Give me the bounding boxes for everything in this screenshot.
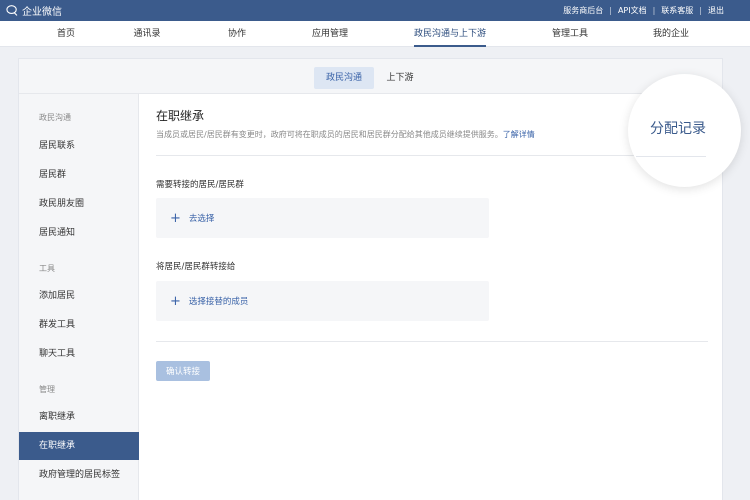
description-text: 当成员或居民/居民群有变更时，政府可将在职成员的居民和居民群分配给其他成员继续提… (156, 130, 503, 139)
magnifier-callout: 分配记录 (628, 74, 741, 187)
tab-upstream-downstream[interactable]: 上下游 (380, 67, 420, 89)
sidebar: 政民沟通 居民联系 居民群 政民朋友圈 居民通知 工具 添加居民 群发工具 聊天… (19, 94, 139, 500)
select-residents-box[interactable]: + 去选择 (156, 198, 489, 238)
sidebar-item-active-inheritance[interactable]: 在职继承 (19, 432, 139, 460)
nav-contacts[interactable]: 通讯录 (133, 21, 160, 47)
top-links: 服务商后台 | API文档 | 联系客服 | 退出 (563, 0, 724, 21)
separator: | (609, 6, 612, 15)
sub-tabs: 政民沟通 上下游 (19, 59, 722, 94)
nav-home[interactable]: 首页 (57, 21, 75, 47)
nav-management-tools[interactable]: 管理工具 (552, 21, 588, 47)
transfer-source-label: 需要转接的居民/居民群 (156, 180, 244, 190)
sidebar-group-title: 政民沟通 (39, 113, 71, 122)
divider (156, 155, 708, 156)
sidebar-item-resident-group[interactable]: 居民群 (19, 161, 139, 189)
top-bar: 企业微信 服务商后台 | API文档 | 联系客服 | 退出 (0, 0, 750, 21)
learn-more-link[interactable]: 了解详情 (503, 130, 535, 139)
allocation-record-link[interactable]: 分配记录 (650, 118, 706, 138)
brand-name: 企业微信 (22, 7, 62, 18)
sidebar-item-resigned-inheritance[interactable]: 离职继承 (19, 403, 139, 431)
separator: | (699, 6, 702, 15)
sidebar-item-resident-tags[interactable]: 政府管理的居民标签 (19, 461, 139, 489)
nav-app-management[interactable]: 应用管理 (312, 21, 348, 47)
page-description: 当成员或居民/居民群有变更时，政府可将在职成员的居民和居民群分配给其他成员继续提… (156, 129, 535, 140)
link-contact-support[interactable]: 联系客服 (661, 5, 693, 16)
divider (636, 156, 706, 157)
plus-icon: + (170, 293, 181, 309)
link-api-docs[interactable]: API文档 (618, 5, 647, 16)
sidebar-item-mass-send[interactable]: 群发工具 (19, 311, 139, 339)
select-residents-label: 去选择 (188, 214, 215, 224)
main-nav: 首页 通讯录 协作 应用管理 政民沟通与上下游 管理工具 我的企业 (0, 21, 750, 47)
sidebar-item-resident-contact[interactable]: 居民联系 (19, 132, 139, 160)
plus-icon: + (170, 210, 181, 226)
nav-government-communication[interactable]: 政民沟通与上下游 (413, 21, 487, 47)
link-logout[interactable]: 退出 (708, 5, 724, 16)
separator: | (652, 6, 656, 15)
divider (156, 341, 708, 342)
transfer-target-label: 将居民/居民群转接给 (156, 262, 236, 272)
brand-logo[interactable]: 企业微信 (6, 3, 62, 18)
main-panel: 政民沟通 上下游 政民沟通 居民联系 居民群 政民朋友圈 居民通知 工具 添加居… (18, 58, 723, 500)
select-successor-box[interactable]: + 选择接替的成员 (156, 281, 489, 321)
confirm-transfer-button[interactable]: 确认转接 (156, 361, 210, 381)
sidebar-item-moments[interactable]: 政民朋友圈 (19, 190, 139, 218)
sidebar-item-resident-notice[interactable]: 居民通知 (19, 219, 139, 247)
sidebar-group-title: 工具 (39, 264, 55, 273)
link-service-backend[interactable]: 服务商后台 (563, 5, 603, 16)
tab-government-communication[interactable]: 政民沟通 (314, 67, 374, 89)
sidebar-item-add-resident[interactable]: 添加居民 (19, 282, 139, 310)
sidebar-item-chat-tools[interactable]: 聊天工具 (19, 340, 139, 368)
wecom-logo-icon (6, 5, 18, 16)
nav-my-enterprise[interactable]: 我的企业 (653, 21, 689, 47)
sidebar-group-title: 管理 (39, 385, 55, 394)
nav-collaboration[interactable]: 协作 (228, 21, 246, 47)
page-title: 在职继承 (156, 109, 205, 123)
select-successor-label: 选择接替的成员 (188, 297, 249, 307)
